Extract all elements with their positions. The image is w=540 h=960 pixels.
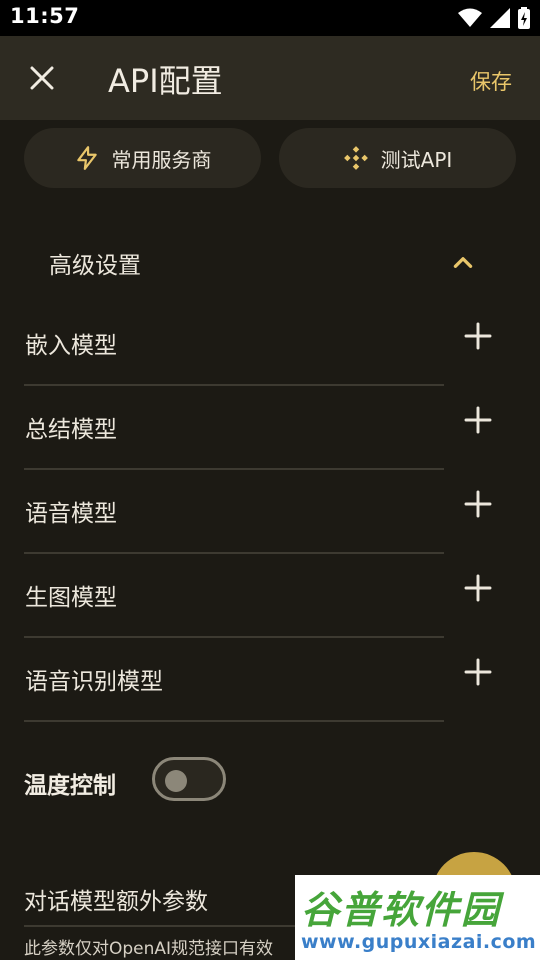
page-title: API配置: [108, 62, 223, 100]
status-bar: 11:57: [0, 0, 540, 36]
advanced-settings-header[interactable]: 高级设置: [24, 232, 492, 292]
plus-icon[interactable]: [462, 320, 494, 352]
model-label: 总结模型: [25, 417, 117, 443]
test-api-button[interactable]: 测试API: [279, 128, 516, 188]
model-row-speech-recognition: 语音识别模型: [24, 636, 494, 722]
model-row-embedding: 嵌入模型: [24, 300, 494, 386]
app-bar: API配置 保存: [0, 36, 540, 120]
plus-icon[interactable]: [462, 404, 494, 436]
model-label: 嵌入模型: [25, 333, 117, 359]
plus-icon[interactable]: [462, 656, 494, 688]
lightning-icon: [76, 146, 97, 170]
model-label: 语音识别模型: [25, 669, 163, 695]
api-diamond-icon: [343, 146, 368, 170]
extra-params-hint: 此参数仅对OpenAI规范接口有效: [24, 939, 274, 959]
model-row-voice: 语音模型: [24, 468, 494, 554]
test-api-label: 测试API: [380, 147, 453, 172]
status-time: 11:57: [10, 4, 80, 28]
model-row-summary: 总结模型: [24, 384, 494, 470]
chevron-up-icon: [453, 257, 473, 268]
save-button[interactable]: 保存: [470, 66, 512, 96]
advanced-settings-title: 高级设置: [49, 253, 141, 279]
divider: [24, 720, 444, 722]
common-providers-label: 常用服务商: [111, 147, 212, 172]
close-icon: [30, 66, 54, 90]
temperature-label: 温度控制: [24, 773, 116, 799]
extra-params-label[interactable]: 对话模型额外参数: [24, 882, 208, 916]
model-row-image-gen: 生图模型: [24, 552, 494, 638]
model-label: 语音模型: [25, 501, 117, 527]
plus-icon[interactable]: [462, 488, 494, 520]
signal-icon: [490, 8, 510, 28]
watermark-logo: 谷普软件园: [301, 888, 502, 932]
watermark-url: www.gupuxiazai.com: [301, 931, 537, 953]
temperature-toggle[interactable]: [152, 757, 226, 801]
close-button[interactable]: [22, 58, 62, 98]
plus-icon[interactable]: [462, 572, 494, 604]
model-label: 生图模型: [25, 585, 117, 611]
status-icons: [458, 7, 530, 29]
watermark: 谷普软件园 www.gupuxiazai.com: [295, 875, 540, 960]
battery-icon: [518, 7, 530, 29]
wifi-icon: [458, 8, 482, 27]
toggle-knob: [165, 770, 187, 792]
common-providers-button[interactable]: 常用服务商: [24, 128, 261, 188]
